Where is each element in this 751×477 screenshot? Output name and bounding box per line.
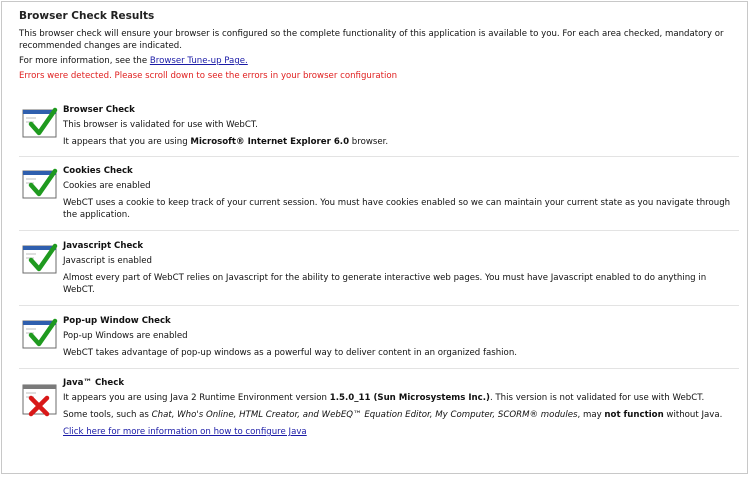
popup-check-detail: WebCT takes advantage of pop-up windows … [63, 348, 517, 358]
popup-check-title: Pop-up Window Check [63, 316, 171, 326]
more-info-line: For more information, see the Browser Tu… [19, 55, 739, 67]
browser-check-status: This browser is validated for use with W… [63, 120, 258, 130]
java-tools-mid: , may [577, 410, 605, 420]
section-divider [19, 230, 739, 231]
popup-check-status: Pop-up Windows are enabled [63, 331, 188, 341]
page-title: Browser Check Results [19, 10, 155, 22]
javascript-check-body: Javascript Check Javascript is enabled A… [63, 240, 739, 296]
javascript-check-title: Javascript Check [63, 241, 144, 251]
browser-detail-suffix: browser. [349, 137, 389, 147]
more-info-prefix: For more information, see the [19, 56, 150, 66]
java-config-line: Click here for more information on how t… [63, 426, 739, 438]
cookies-check-body: Cookies Check Cookies are enabled WebCT … [63, 165, 739, 221]
cookies-check-status: Cookies are enabled [63, 181, 151, 191]
browser-check-page: Browser Check Results This browser check… [19, 9, 739, 85]
java-check-title: Java™ Check [63, 378, 125, 388]
javascript-check-status: Javascript is enabled [63, 256, 153, 266]
browser-version: Microsoft® Internet Explorer 6.0 [190, 137, 350, 147]
browser-check-body: Browser Check This browser is validated … [63, 104, 739, 148]
javascript-check-detail: Almost every part of WebCT relies on Jav… [63, 273, 707, 295]
intro-text: This browser check will ensure your brow… [19, 29, 724, 51]
browser-check-detail: It appears that you are using Microsoft®… [63, 136, 739, 148]
section-divider [19, 368, 739, 369]
java-tools-warning: not function [604, 410, 664, 420]
check-pass-icon [22, 167, 58, 201]
java-check-status: It appears you are using Java 2 Runtime … [63, 392, 739, 404]
java-tools-suffix: without Java. [663, 410, 723, 420]
java-status-suffix: . This version is not validated for use … [489, 393, 705, 403]
java-check-body: Java™ Check It appears you are using Jav… [63, 377, 739, 438]
java-version: 1.5.0_11 (Sun Microsystems Inc.) [329, 393, 490, 403]
browser-tune-up-link[interactable]: Browser Tune-up Page. [150, 56, 248, 66]
browser-check-title: Browser Check [63, 105, 135, 115]
popup-check-body: Pop-up Window Check Pop-up Windows are e… [63, 315, 739, 359]
check-pass-icon [22, 106, 58, 140]
intro-section: This browser check will ensure your brow… [19, 28, 739, 82]
cookies-check-detail: WebCT uses a cookie to keep track of you… [63, 198, 731, 220]
java-tools-list: Chat, Who's Online, HTML Creator, and We… [151, 410, 578, 420]
java-check-tools: Some tools, such as Chat, Who's Online, … [63, 409, 739, 421]
check-pass-icon [22, 242, 58, 276]
cookies-check-title: Cookies Check [63, 166, 133, 176]
check-fail-icon [22, 383, 58, 417]
section-divider [19, 305, 739, 306]
section-divider [19, 156, 739, 157]
java-status-prefix: It appears you are using Java 2 Runtime … [63, 393, 330, 403]
error-message: Errors were detected. Please scroll down… [19, 71, 398, 81]
java-tools-prefix: Some tools, such as [63, 410, 152, 420]
configure-java-link[interactable]: Click here for more information on how t… [63, 427, 307, 437]
check-pass-icon [22, 317, 58, 351]
browser-detail-prefix: It appears that you are using [63, 137, 191, 147]
